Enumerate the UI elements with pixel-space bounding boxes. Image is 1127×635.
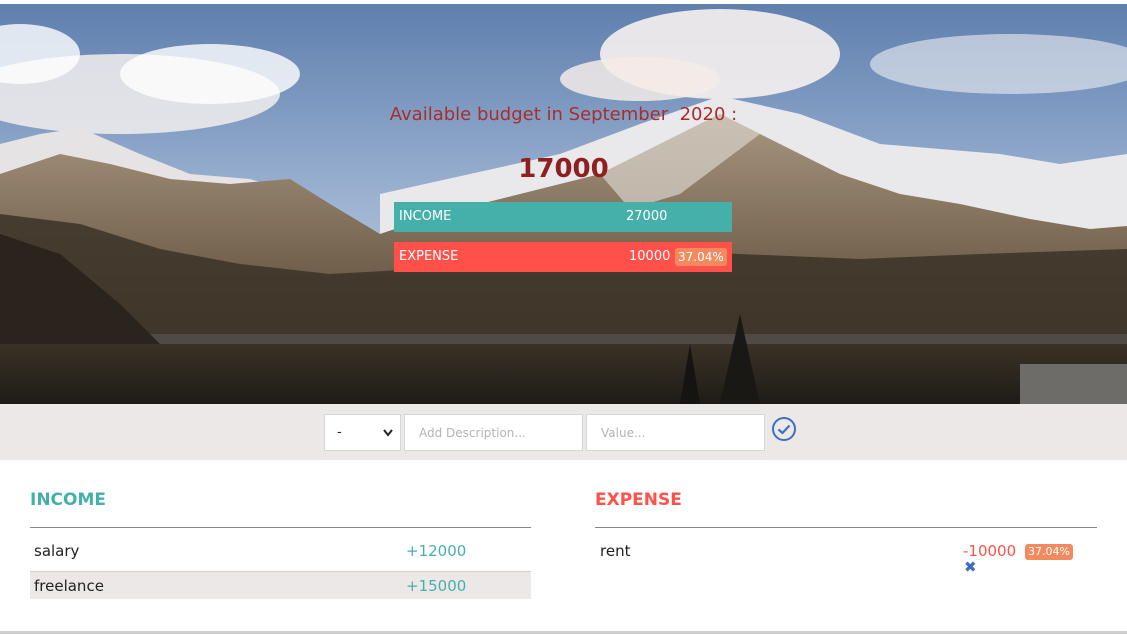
budget-title-prefix: Available budget in — [389, 104, 563, 125]
close-icon[interactable]: ✖ — [964, 559, 978, 575]
check-circle-icon — [772, 417, 796, 441]
income-summary-bar: INCOME 27000 — [394, 202, 732, 232]
income-item-description: freelance — [34, 577, 104, 595]
budget-month: September — [568, 104, 669, 125]
expense-percentage-badge: 37.04% — [675, 248, 727, 266]
value-input[interactable] — [586, 414, 765, 451]
expense-item-percentage-badge: 37.04% — [1025, 544, 1073, 560]
income-divider — [30, 527, 531, 528]
expense-summary-bar: EXPENSE 10000 37.04% — [394, 242, 732, 272]
expense-list-title: EXPENSE — [595, 490, 682, 510]
income-item-description: salary — [34, 542, 80, 560]
add-button[interactable] — [771, 416, 797, 442]
budget-title-suffix: : — [731, 104, 738, 125]
expense-summary-label: EXPENSE — [399, 249, 459, 264]
income-list-title: INCOME — [30, 490, 107, 510]
available-budget-value: 17000 — [518, 154, 609, 184]
expense-divider — [595, 527, 1097, 528]
budget-title: Available budget in September 2020 : — [0, 104, 1127, 125]
type-select-value: - — [337, 425, 342, 440]
bottom-divider — [0, 631, 1127, 634]
budget-header: Available budget in September 2020 : 170… — [0, 4, 1127, 404]
expense-summary-value: 10000 — [629, 249, 671, 264]
income-list-item[interactable]: freelance +15000 — [30, 571, 531, 599]
expense-item-description: rent — [600, 542, 631, 560]
add-entry-bar: - — [0, 404, 1127, 460]
income-summary-value: 27000 — [626, 209, 668, 224]
budget-year: 2020 — [679, 104, 726, 125]
expense-list-item[interactable]: rent -10000 37.04% — [595, 537, 1097, 565]
chevron-down-icon — [382, 415, 394, 464]
income-item-value: +15000 — [406, 577, 467, 595]
income-list-item[interactable]: salary +12000 — [30, 537, 531, 565]
income-summary-label: INCOME — [399, 209, 452, 224]
type-select[interactable]: - — [324, 414, 401, 451]
description-input[interactable] — [404, 414, 583, 451]
income-item-value: +12000 — [406, 542, 467, 560]
